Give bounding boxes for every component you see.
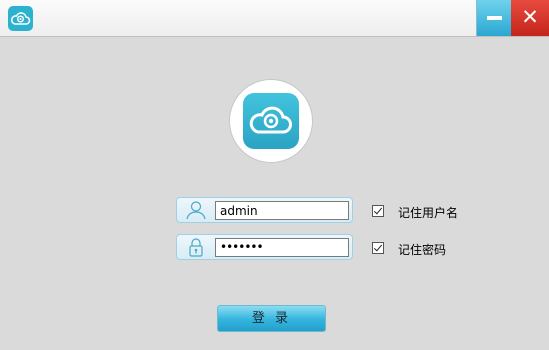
username-input[interactable] [215,201,349,220]
remember-username-label: 记住用户名 [398,206,459,220]
lock-icon [189,238,203,257]
remember-username-checkbox[interactable] [372,205,384,217]
cloud-eye-icon [8,6,33,31]
login-panel: ••••••• 记住用户名 记住密码 登 录 [0,37,549,350]
password-input[interactable]: ••••••• [215,238,349,257]
remember-password-label: 记住密码 [398,243,447,257]
login-button[interactable]: 登 录 [217,305,326,332]
close-button[interactable]: ✕ [511,0,549,36]
close-icon: ✕ [521,5,539,29]
password-field: ••••••• [176,234,353,260]
title-bar[interactable]: ✕ [0,0,549,37]
cloud-eye-logo-icon [243,93,299,149]
remember-password-checkbox[interactable] [372,242,384,254]
username-field [176,197,353,223]
minimize-button[interactable] [476,0,511,36]
user-icon [186,201,206,220]
logo [229,79,313,163]
